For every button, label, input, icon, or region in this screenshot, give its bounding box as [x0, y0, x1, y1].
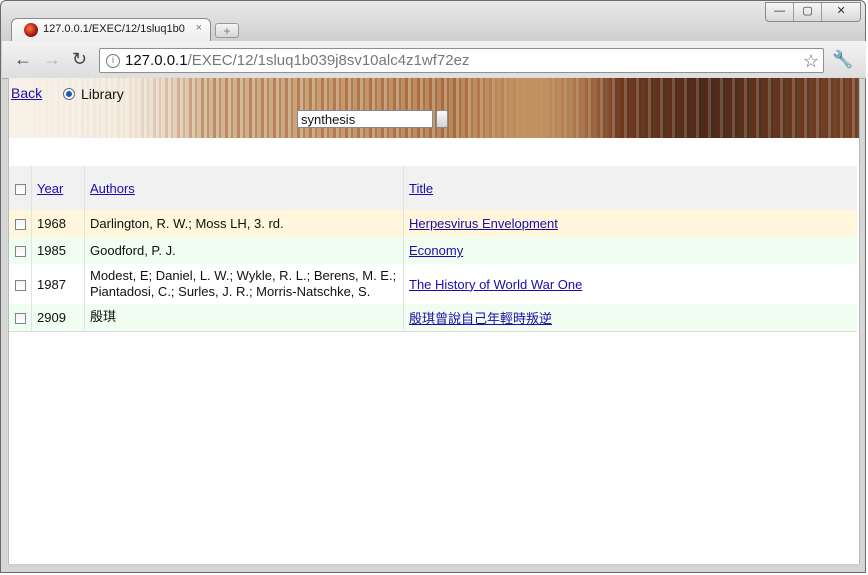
row-authors: Goodford, P. J. — [84, 237, 404, 264]
header-authors-cell: Authors — [84, 166, 404, 210]
close-window-button[interactable]: ✕ — [822, 3, 860, 21]
url-text[interactable]: 127.0.0.1/EXEC/12/1sluq1b039j8sv10alc4z1… — [125, 52, 469, 69]
row-authors: Darlington, R. W.; Moss LH, 3. rd. — [84, 210, 404, 237]
row-title-link[interactable]: 殷琪曾說自己年輕時叛逆 — [409, 311, 552, 326]
search-button[interactable] — [436, 110, 448, 128]
row-checkbox[interactable] — [14, 312, 26, 324]
sort-year-link[interactable]: Year — [37, 181, 63, 196]
table-row: 2909 殷琪 殷琪曾說自己年輕時叛逆 — [9, 304, 857, 331]
back-arrow-icon[interactable]: ← — [14, 50, 32, 68]
row-checkbox[interactable] — [14, 219, 26, 231]
minimize-button[interactable]: — — [766, 3, 795, 21]
row-authors-text: Darlington, R. W.; Moss LH, 3. rd. — [90, 215, 284, 231]
table-row: 1968 Darlington, R. W.; Moss LH, 3. rd. … — [9, 210, 857, 237]
address-bar[interactable]: i 127.0.0.1/EXEC/12/1sluq1b039j8sv10alc4… — [99, 48, 824, 73]
sort-authors-link[interactable]: Authors — [90, 181, 135, 196]
browser-toolbar: ← → ↻ i 127.0.0.1/EXEC/12/1sluq1b039j8sv… — [2, 41, 866, 79]
library-radio-label: Library — [81, 86, 124, 102]
row-authors: 殷琪 — [84, 304, 404, 331]
header-title-cell: Title — [403, 166, 857, 210]
row-authors-text: 殷琪 — [90, 309, 117, 325]
row-title-cell: Economy — [403, 237, 857, 264]
url-host: 127.0.0.1 — [125, 52, 188, 69]
row-checkbox[interactable] — [14, 246, 26, 258]
table-header-row: Year Authors Title — [9, 166, 857, 210]
table-row: 1985 Goodford, P. J. Economy — [9, 237, 857, 264]
row-title-link[interactable]: The History of World War One — [409, 277, 582, 292]
row-year: 1987 — [31, 264, 85, 304]
header-year-cell: Year — [31, 166, 85, 210]
maximize-button[interactable]: ▢ — [794, 3, 823, 21]
back-link[interactable]: Back — [11, 85, 42, 101]
row-title-link[interactable]: Economy — [409, 243, 463, 258]
title-bar: 127.0.0.1/EXEC/12/1sluq1b0 × + — ▢ ✕ — [1, 1, 867, 41]
header-checkbox-cell — [9, 166, 32, 210]
library-banner: Back Library — [9, 78, 859, 138]
row-checkbox-cell — [9, 237, 32, 264]
row-authors-text: Goodford, P. J. — [90, 242, 176, 258]
row-title-cell: Herpesvirus Envelopment — [403, 210, 857, 237]
row-year: 2909 — [31, 304, 85, 331]
page-info-icon[interactable]: i — [106, 54, 120, 68]
search-input[interactable] — [297, 110, 433, 128]
row-checkbox-cell — [9, 264, 32, 304]
table-row: 1987 Modest, E; Daniel, L. W.; Wykle, R.… — [9, 264, 857, 304]
library-radio-button[interactable] — [63, 88, 75, 100]
reload-icon[interactable]: ↻ — [72, 50, 87, 68]
window-controls: — ▢ ✕ — [765, 2, 861, 22]
window-bottom-border — [8, 564, 858, 567]
browser-tab[interactable]: 127.0.0.1/EXEC/12/1sluq1b0 × — [11, 18, 211, 41]
url-path: /EXEC/12/1sluq1b039j8sv10alc4z1wf72ez — [187, 52, 470, 69]
row-authors: Modest, E; Daniel, L. W.; Wykle, R. L.; … — [84, 264, 404, 304]
tab-close-icon[interactable]: × — [196, 22, 202, 34]
sort-title-link[interactable]: Title — [409, 181, 433, 196]
row-title-link[interactable]: Herpesvirus Envelopment — [409, 216, 558, 231]
library-radio-option[interactable]: Library — [63, 86, 124, 102]
tab-title: 127.0.0.1/EXEC/12/1sluq1b0 — [43, 23, 185, 35]
favicon-icon — [24, 23, 38, 37]
banner-fade-middle — [459, 78, 619, 138]
forward-arrow-icon[interactable]: → — [43, 50, 61, 68]
row-year: 1968 — [31, 210, 85, 237]
row-checkbox-cell — [9, 304, 32, 331]
page-viewport: Back Library Year Authors Title 1968 Dar… — [8, 78, 860, 564]
row-checkbox[interactable] — [14, 279, 26, 291]
row-year: 1985 — [31, 237, 85, 264]
select-all-checkbox[interactable] — [14, 183, 26, 195]
row-title-cell: 殷琪曾說自己年輕時叛逆 — [403, 304, 857, 331]
new-tab-button[interactable]: + — [215, 23, 239, 38]
row-title-cell: The History of World War One — [403, 264, 857, 304]
row-checkbox-cell — [9, 210, 32, 237]
wrench-menu-icon[interactable]: 🔧 — [832, 50, 853, 70]
bookmark-star-icon[interactable]: ☆ — [803, 51, 819, 72]
row-authors-text: Modest, E; Daniel, L. W.; Wykle, R. L.; … — [90, 268, 397, 299]
results-table: Year Authors Title 1968 Darlington, R. W… — [9, 166, 857, 332]
